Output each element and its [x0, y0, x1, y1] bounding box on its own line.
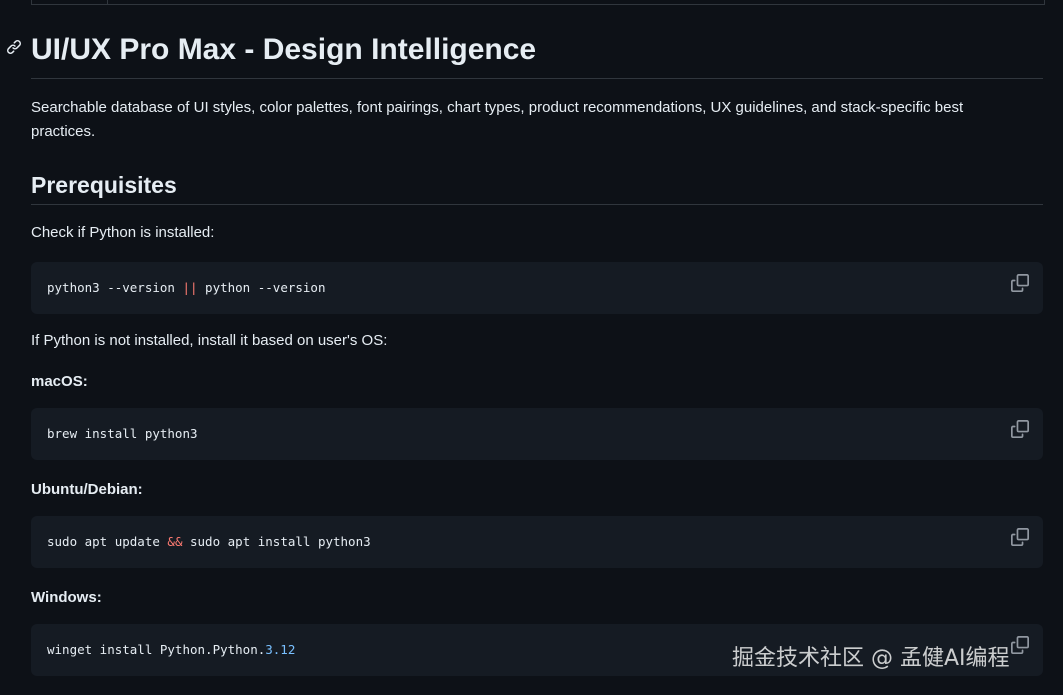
copy-icon[interactable]: [1011, 420, 1029, 438]
readme-page: UI/UX Pro Max - Design Intelligence Sear…: [0, 0, 1063, 695]
ubuntu-label: Ubuntu/Debian:: [31, 481, 143, 498]
check-python-text: Check if Python is installed:: [31, 224, 215, 241]
windows-label: Windows:: [31, 589, 102, 606]
title-heading-section: UI/UX Pro Max - Design Intelligence: [7, 30, 1043, 79]
watermark-text: 掘金技术社区 @ 孟健AI编程: [732, 646, 1010, 671]
code-windows[interactable]: winget install Python.Python.3.12: [47, 640, 295, 660]
code-macos[interactable]: brew install python3: [47, 424, 198, 444]
install-python-text: If Python is not installed, install it b…: [31, 332, 388, 349]
link-icon[interactable]: [6, 39, 22, 55]
prerequisites-heading: Prerequisites: [31, 172, 177, 198]
code-block-macos: brew install python3: [31, 408, 1043, 460]
code-text: sudo apt update: [47, 534, 168, 549]
code-operator: &&: [167, 534, 183, 549]
code-number: 3.12: [265, 642, 296, 657]
copy-icon[interactable]: [1011, 274, 1029, 292]
copy-icon[interactable]: [1011, 636, 1029, 654]
code-text: python3 --version: [47, 280, 183, 295]
code-operator: ||: [182, 280, 198, 295]
code-text: winget install Python.Python.: [47, 642, 266, 657]
copy-icon[interactable]: [1011, 528, 1029, 546]
prerequisites-heading-section: Prerequisites: [31, 168, 1043, 205]
macos-label: macOS:: [31, 373, 88, 390]
description-text: Searchable database of UI styles, color …: [31, 99, 964, 140]
code-ubuntu[interactable]: sudo apt update && sudo apt install pyth…: [47, 532, 371, 552]
page-title: UI/UX Pro Max - Design Intelligence: [31, 33, 537, 66]
code-check-python[interactable]: python3 --version || python --version: [47, 278, 325, 298]
code-block-ubuntu: sudo apt update && sudo apt install pyth…: [31, 516, 1043, 568]
code-block-check-python: python3 --version || python --version: [31, 262, 1043, 314]
code-text: sudo apt install python3: [182, 534, 371, 549]
code-text: python --version: [197, 280, 326, 295]
table-bottom-edge: [31, 0, 1045, 5]
table-column-divider: [107, 0, 108, 4]
